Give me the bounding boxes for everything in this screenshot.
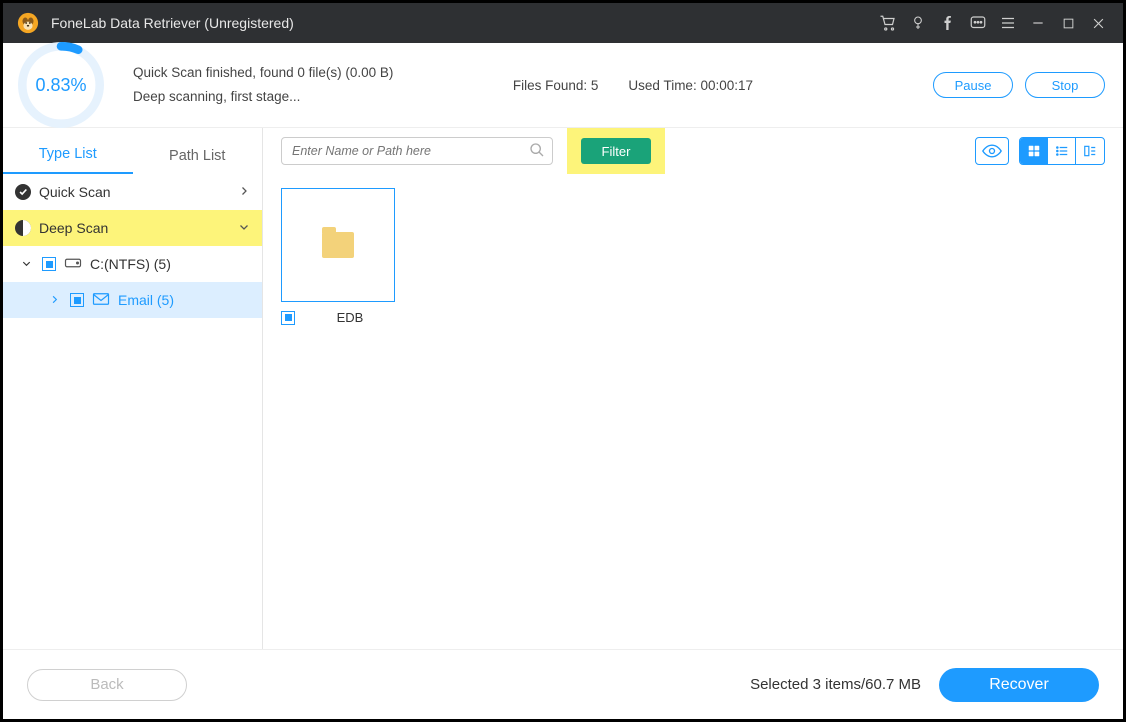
folder-tile[interactable]: EDB bbox=[281, 188, 395, 325]
chevron-down-icon bbox=[21, 256, 32, 272]
file-grid: EDB bbox=[263, 174, 1123, 649]
chevron-right-icon bbox=[238, 184, 250, 200]
status-bar: 0.83% Quick Scan finished, found 0 file(… bbox=[3, 43, 1123, 128]
drive-icon bbox=[64, 256, 82, 273]
tree-email[interactable]: Email (5) bbox=[3, 282, 262, 318]
checkbox-icon[interactable] bbox=[42, 257, 56, 271]
stop-button[interactable]: Stop bbox=[1025, 72, 1105, 98]
back-button[interactable]: Back bbox=[27, 669, 187, 701]
cart-icon[interactable] bbox=[873, 3, 903, 43]
app-logo-icon bbox=[17, 12, 39, 34]
check-circle-icon bbox=[15, 184, 31, 200]
app-window: FoneLab Data Retriever (Unregistered) 0.… bbox=[0, 0, 1126, 722]
status-line2: Deep scanning, first stage... bbox=[133, 85, 393, 109]
tree-label: C:(NTFS) (5) bbox=[90, 256, 250, 272]
view-detail-button[interactable] bbox=[1076, 138, 1104, 164]
chevron-right-icon bbox=[49, 292, 60, 308]
tree-label: Quick Scan bbox=[39, 184, 238, 200]
tree-deep-scan[interactable]: Deep Scan bbox=[3, 210, 262, 246]
checkbox-icon[interactable] bbox=[70, 293, 84, 307]
window-title: FoneLab Data Retriever (Unregistered) bbox=[51, 15, 294, 31]
progress-circle: 0.83% bbox=[11, 49, 111, 121]
tab-type-list[interactable]: Type List bbox=[3, 146, 133, 174]
folder-thumb bbox=[281, 188, 395, 302]
tree-drive[interactable]: C:(NTFS) (5) bbox=[3, 246, 262, 282]
view-grid-button[interactable] bbox=[1020, 138, 1048, 164]
search-wrap bbox=[281, 137, 553, 165]
minimize-icon[interactable] bbox=[1023, 3, 1053, 43]
mail-icon bbox=[92, 292, 110, 309]
view-toggle bbox=[1019, 137, 1105, 165]
tree-label: Email (5) bbox=[118, 292, 250, 308]
tile-label: EDB bbox=[305, 310, 395, 325]
filter-highlight: Filter bbox=[567, 128, 665, 174]
status-text: Quick Scan finished, found 0 file(s) (0.… bbox=[133, 61, 393, 109]
view-list-button[interactable] bbox=[1048, 138, 1076, 164]
status-line1: Quick Scan finished, found 0 file(s) (0.… bbox=[133, 61, 393, 85]
recover-button[interactable]: Recover bbox=[939, 668, 1099, 702]
search-input[interactable] bbox=[281, 137, 553, 165]
used-time: Used Time: 00:00:17 bbox=[628, 78, 753, 93]
tree-label: Deep Scan bbox=[39, 220, 238, 236]
tab-path-list[interactable]: Path List bbox=[133, 148, 263, 174]
facebook-icon[interactable] bbox=[933, 3, 963, 43]
key-icon[interactable] bbox=[903, 3, 933, 43]
content-area: Filter bbox=[263, 128, 1123, 649]
checkbox-icon[interactable] bbox=[281, 311, 295, 325]
files-found: Files Found: 5 bbox=[513, 78, 599, 93]
content-toolbar: Filter bbox=[263, 128, 1123, 174]
filter-button[interactable]: Filter bbox=[581, 138, 651, 164]
sidebar: Type List Path List Quick Scan Deep Scan… bbox=[3, 128, 263, 649]
menu-icon[interactable] bbox=[993, 3, 1023, 43]
selected-summary: Selected 3 items/60.7 MB bbox=[750, 676, 921, 693]
tree-quick-scan[interactable]: Quick Scan bbox=[3, 174, 262, 210]
folder-icon bbox=[322, 232, 354, 258]
half-circle-icon bbox=[15, 220, 31, 236]
pause-button[interactable]: Pause bbox=[933, 72, 1013, 98]
progress-percent: 0.83% bbox=[35, 75, 86, 96]
feedback-icon[interactable] bbox=[963, 3, 993, 43]
chevron-down-icon bbox=[238, 220, 250, 236]
titlebar: FoneLab Data Retriever (Unregistered) bbox=[3, 3, 1123, 43]
preview-button[interactable] bbox=[975, 137, 1009, 165]
footer: Back Selected 3 items/60.7 MB Recover bbox=[3, 649, 1123, 719]
search-icon[interactable] bbox=[529, 142, 545, 163]
maximize-icon[interactable] bbox=[1053, 3, 1083, 43]
close-icon[interactable] bbox=[1083, 3, 1113, 43]
